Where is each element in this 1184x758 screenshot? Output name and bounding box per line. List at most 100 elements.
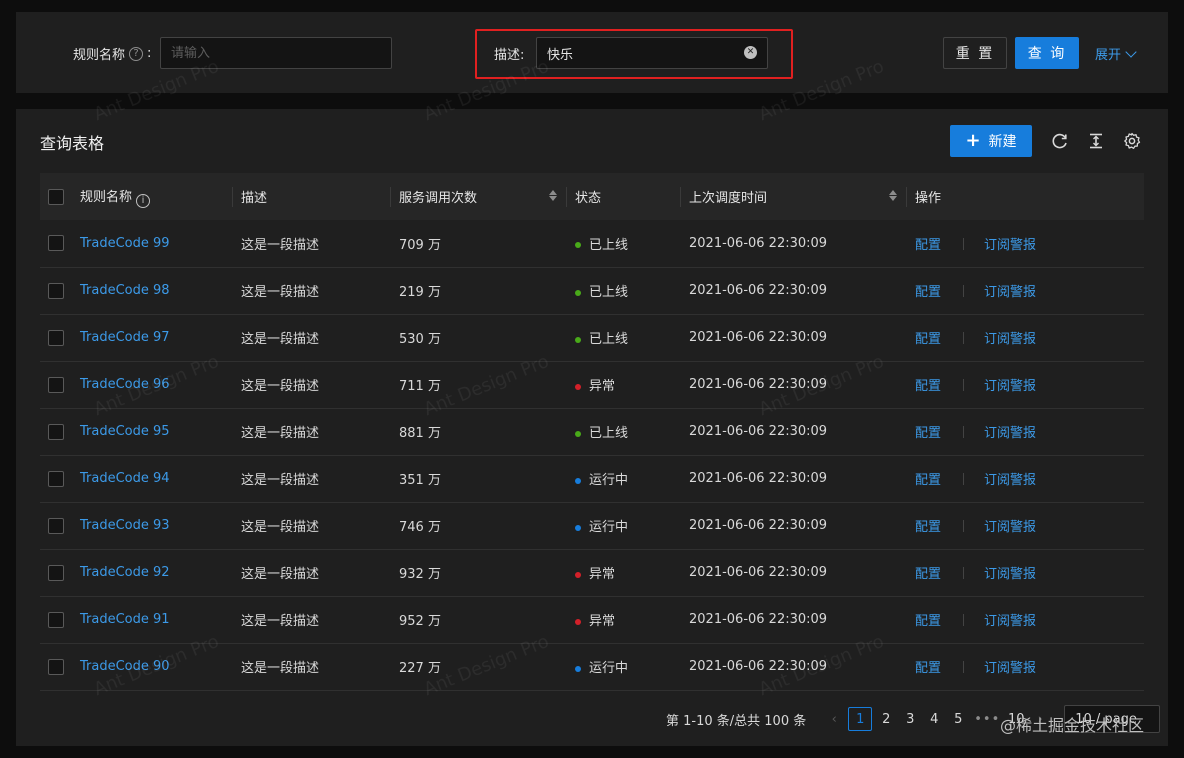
- rule-name-input[interactable]: [160, 37, 392, 69]
- subscribe-alert-link[interactable]: 订阅警报: [984, 520, 1036, 535]
- status-text: 运行中: [589, 520, 629, 535]
- header-calls[interactable]: 服务调用次数: [391, 173, 567, 220]
- table-row: TradeCode 91 这是一段描述 952 万 异常 2021-06-06 22:3…: [40, 596, 1144, 643]
- page-4[interactable]: 4: [922, 707, 946, 731]
- subscribe-alert-link[interactable]: 订阅警报: [984, 379, 1036, 394]
- status-text: 运行中: [589, 473, 629, 488]
- pagination-total: 第 1-10 条/总共 100 条: [666, 713, 807, 729]
- row-checkbox[interactable]: [48, 611, 64, 628]
- subscribe-alert-link[interactable]: 订阅警报: [984, 567, 1036, 582]
- op-divider: [963, 426, 965, 438]
- row-desc: 这是一段描述: [241, 473, 320, 488]
- reload-icon[interactable]: [1051, 132, 1069, 150]
- clear-circle-icon[interactable]: ✕: [744, 46, 757, 59]
- rule-name-link[interactable]: TradeCode 91: [80, 612, 170, 627]
- config-link[interactable]: 配置: [915, 285, 941, 300]
- setting-icon[interactable]: [1123, 132, 1141, 150]
- new-button-label: 新建: [988, 134, 1017, 150]
- row-checkbox[interactable]: [48, 564, 64, 581]
- rule-name-link[interactable]: TradeCode 96: [80, 377, 170, 392]
- query-button[interactable]: 查 询: [1015, 37, 1079, 69]
- reset-button[interactable]: 重 置: [943, 37, 1007, 69]
- row-status-cell: 已上线: [567, 408, 681, 455]
- row-checkbox[interactable]: [48, 517, 64, 534]
- header-ops-label: 操作: [915, 191, 942, 206]
- row-name-cell: TradeCode 94: [72, 455, 233, 502]
- sort-icon[interactable]: [549, 190, 557, 201]
- rule-name-link[interactable]: TradeCode 94: [80, 471, 170, 486]
- select-all-checkbox[interactable]: [48, 188, 64, 205]
- chevron-left-icon[interactable]: ‹: [822, 707, 846, 731]
- subscribe-alert-link[interactable]: 订阅警报: [984, 332, 1036, 347]
- row-calls: 746 万: [399, 520, 441, 535]
- row-checkbox[interactable]: [48, 376, 64, 393]
- header-time[interactable]: 上次调度时间: [681, 173, 907, 220]
- config-link[interactable]: 配置: [915, 661, 941, 676]
- subscribe-alert-link[interactable]: 订阅警报: [984, 614, 1036, 629]
- new-button[interactable]: + 新建: [950, 125, 1032, 157]
- subscribe-alert-link[interactable]: 订阅警报: [984, 473, 1036, 488]
- row-time: 2021-06-06 22:30:09: [689, 330, 828, 345]
- header-calls-label: 服务调用次数: [399, 191, 478, 206]
- row-checkbox[interactable]: [48, 282, 64, 299]
- column-height-icon[interactable]: [1087, 132, 1105, 150]
- config-link[interactable]: 配置: [915, 614, 941, 629]
- table-row: TradeCode 90 这是一段描述 227 万 运行中 2021-06-06 22:…: [40, 643, 1144, 690]
- rule-name-link[interactable]: TradeCode 98: [80, 283, 170, 298]
- page-3[interactable]: 3: [898, 707, 922, 731]
- rule-name-link[interactable]: TradeCode 97: [80, 330, 170, 345]
- subscribe-alert-link[interactable]: 订阅警报: [984, 285, 1036, 300]
- footer-watermark-text: @稀土掘金技术社区: [1000, 716, 1145, 735]
- status-text: 运行中: [589, 661, 629, 676]
- config-link[interactable]: 配置: [915, 567, 941, 582]
- status-text: 异常: [589, 567, 616, 582]
- status-text: 异常: [589, 379, 616, 394]
- expand-label: 展开: [1095, 48, 1122, 63]
- subscribe-alert-link[interactable]: 订阅警报: [984, 238, 1036, 253]
- subscribe-alert-link[interactable]: 订阅警报: [984, 426, 1036, 441]
- expand-toggle[interactable]: 展开: [1095, 44, 1137, 63]
- ellipsis-icon[interactable]: •••: [974, 707, 1000, 731]
- rule-name-link[interactable]: TradeCode 95: [80, 424, 170, 439]
- page-2[interactable]: 2: [874, 707, 898, 731]
- rule-name-link[interactable]: TradeCode 99: [80, 236, 170, 251]
- subscribe-alert-link[interactable]: 订阅警报: [984, 661, 1036, 676]
- row-checkbox[interactable]: [48, 235, 64, 252]
- row-time: 2021-06-06 22:30:09: [689, 235, 828, 251]
- table-row: TradeCode 94 这是一段描述 351 万 运行中 2021-06-06 22:…: [40, 455, 1144, 502]
- status-text: 已上线: [589, 237, 629, 253]
- config-link[interactable]: 配置: [915, 426, 941, 441]
- config-link[interactable]: 配置: [915, 520, 941, 535]
- row-time: 2021-06-06 22:30:09: [689, 377, 828, 392]
- config-link[interactable]: 配置: [915, 332, 941, 347]
- status-text: 已上线: [589, 332, 629, 347]
- desc-input[interactable]: [536, 37, 768, 69]
- caret-down-icon: [549, 196, 557, 201]
- row-checkbox[interactable]: [48, 329, 64, 346]
- sort-icon[interactable]: [889, 190, 897, 201]
- config-link[interactable]: 配置: [915, 473, 941, 488]
- config-link[interactable]: 配置: [915, 238, 941, 253]
- rule-name-link[interactable]: TradeCode 90: [80, 659, 170, 674]
- config-link[interactable]: 配置: [915, 379, 941, 394]
- status-dot: [575, 665, 581, 672]
- row-time: 2021-06-06 22:30:09: [689, 565, 828, 580]
- header-select-all: [40, 173, 72, 220]
- row-desc: 这是一段描述: [241, 237, 320, 253]
- question-circle-icon[interactable]: ?: [129, 46, 144, 61]
- row-checkbox[interactable]: [48, 658, 64, 675]
- page-5[interactable]: 5: [946, 707, 970, 731]
- rule-name-link[interactable]: TradeCode 93: [80, 518, 170, 533]
- card-title: 查询表格: [40, 134, 105, 153]
- table-row: TradeCode 95 这是一段描述 881 万 已上线 2021-06-06 22:…: [40, 408, 1144, 455]
- rule-name-link[interactable]: TradeCode 92: [80, 565, 170, 580]
- info-circle-icon[interactable]: i: [136, 193, 151, 208]
- row-select-cell: [40, 596, 72, 643]
- op-divider: [963, 332, 965, 344]
- page-1[interactable]: 1: [848, 707, 873, 731]
- row-checkbox[interactable]: [48, 423, 64, 440]
- row-status-cell: 已上线: [567, 267, 681, 314]
- row-status-cell: 运行中: [567, 643, 681, 690]
- row-checkbox[interactable]: [48, 470, 64, 487]
- footer-watermark: @稀土掘金技术社区: [1000, 712, 1144, 736]
